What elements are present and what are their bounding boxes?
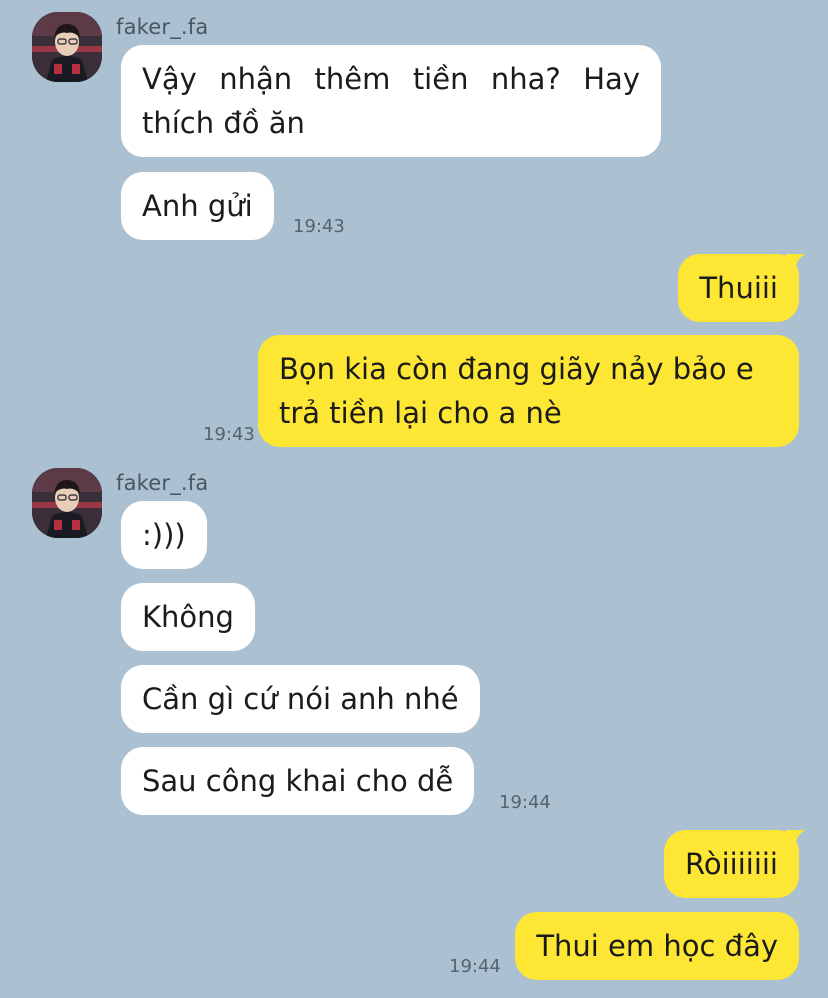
sender-avatar[interactable] — [32, 12, 102, 82]
message-timestamp: 19:44 — [499, 792, 551, 813]
message-text: Vậy nhận thêm tiền nha? Hay thích đồ ăn — [142, 62, 640, 140]
outgoing-message[interactable]: Thui em học đây — [515, 912, 799, 980]
sender-name: faker_.fa — [116, 471, 209, 495]
incoming-message[interactable]: Không — [121, 583, 255, 651]
message-text: Không — [142, 600, 234, 634]
bubble-tail-icon — [785, 254, 805, 274]
message-timestamp: 19:43 — [203, 424, 255, 445]
message-text: Sau công khai cho dễ — [142, 764, 454, 798]
outgoing-message[interactable]: Bọn kia còn đang giãy nảy bảo e trả tiền… — [258, 335, 799, 447]
incoming-message[interactable]: Cần gì cứ nói anh nhé — [121, 665, 480, 733]
outgoing-message[interactable]: Ròiiiiiii — [664, 830, 805, 898]
avatar-image — [32, 12, 102, 82]
incoming-message[interactable]: Vậy nhận thêm tiền nha? Hay thích đồ ăn — [121, 45, 661, 157]
incoming-message[interactable]: Sau công khai cho dễ — [121, 747, 475, 815]
message-text: Thui em học đây — [536, 929, 778, 963]
bubble-tail-icon — [785, 830, 805, 850]
message-timestamp: 19:43 — [293, 216, 345, 237]
message-timestamp: 19:44 — [449, 956, 501, 977]
message-text: Bọn kia còn đang giãy nảy bảo e trả tiền… — [279, 352, 754, 430]
message-text: Thuiii — [699, 271, 778, 305]
sender-avatar[interactable] — [32, 468, 102, 538]
avatar-image — [32, 468, 102, 538]
incoming-message[interactable]: Anh gửi — [121, 172, 274, 240]
message-text: :))) — [142, 518, 186, 552]
message-text: Anh gửi — [142, 189, 253, 223]
message-text: Cần gì cứ nói anh nhé — [142, 682, 459, 716]
outgoing-message[interactable]: Thuiii — [678, 254, 805, 322]
message-text: Ròiiiiiii — [685, 847, 778, 881]
sender-name: faker_.fa — [116, 15, 209, 39]
incoming-message[interactable]: :))) — [121, 501, 207, 569]
